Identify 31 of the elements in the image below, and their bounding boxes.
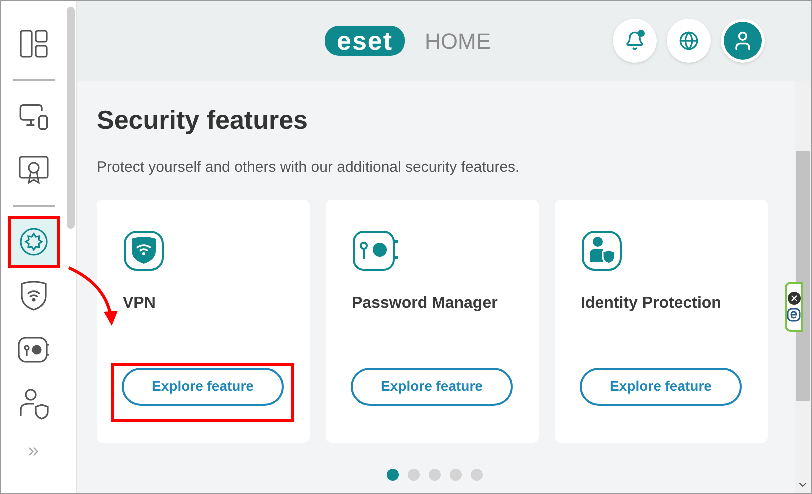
- sidebar-item[interactable]: [10, 219, 57, 265]
- identity-icon: [581, 230, 623, 272]
- expand-sidebar-button[interactable]: »: [28, 441, 40, 461]
- globe-icon: [679, 31, 699, 51]
- password-safe-icon: [352, 230, 400, 272]
- feature-title: VPN: [123, 294, 157, 314]
- vpn-shield-icon: [123, 230, 165, 272]
- feature-title: Identity Protection: [581, 294, 722, 314]
- section-title: Security features: [97, 107, 309, 133]
- explore-feature-button[interactable]: Explore feature: [122, 368, 284, 406]
- shield-badge-icon: [18, 227, 49, 257]
- product-name: HOME: [425, 28, 492, 56]
- notifications-button[interactable]: [613, 19, 657, 63]
- language-button[interactable]: [667, 19, 711, 63]
- explore-feature-button[interactable]: Explore feature: [580, 368, 742, 406]
- account-button[interactable]: [721, 19, 765, 63]
- section-description: Protect yourself and others with our additional security features.: [97, 158, 521, 178]
- password-safe-icon: [16, 335, 51, 365]
- explore-feature-button[interactable]: Explore feature: [351, 368, 513, 406]
- user-shield-icon: [18, 388, 49, 420]
- feature-title: Password Manager: [352, 294, 499, 314]
- close-icon: [790, 294, 798, 303]
- e-badge-icon: [787, 308, 801, 322]
- dashboard-icon: [18, 29, 49, 59]
- scrollbar-thumb[interactable]: [796, 151, 810, 401]
- side-widget[interactable]: [785, 282, 803, 332]
- logo: eset: [325, 26, 406, 56]
- bell-icon: [625, 31, 645, 51]
- certificate-icon: [18, 154, 50, 186]
- scrollbar-thumb[interactable]: [67, 7, 76, 229]
- wifi-shield-icon: [20, 280, 48, 312]
